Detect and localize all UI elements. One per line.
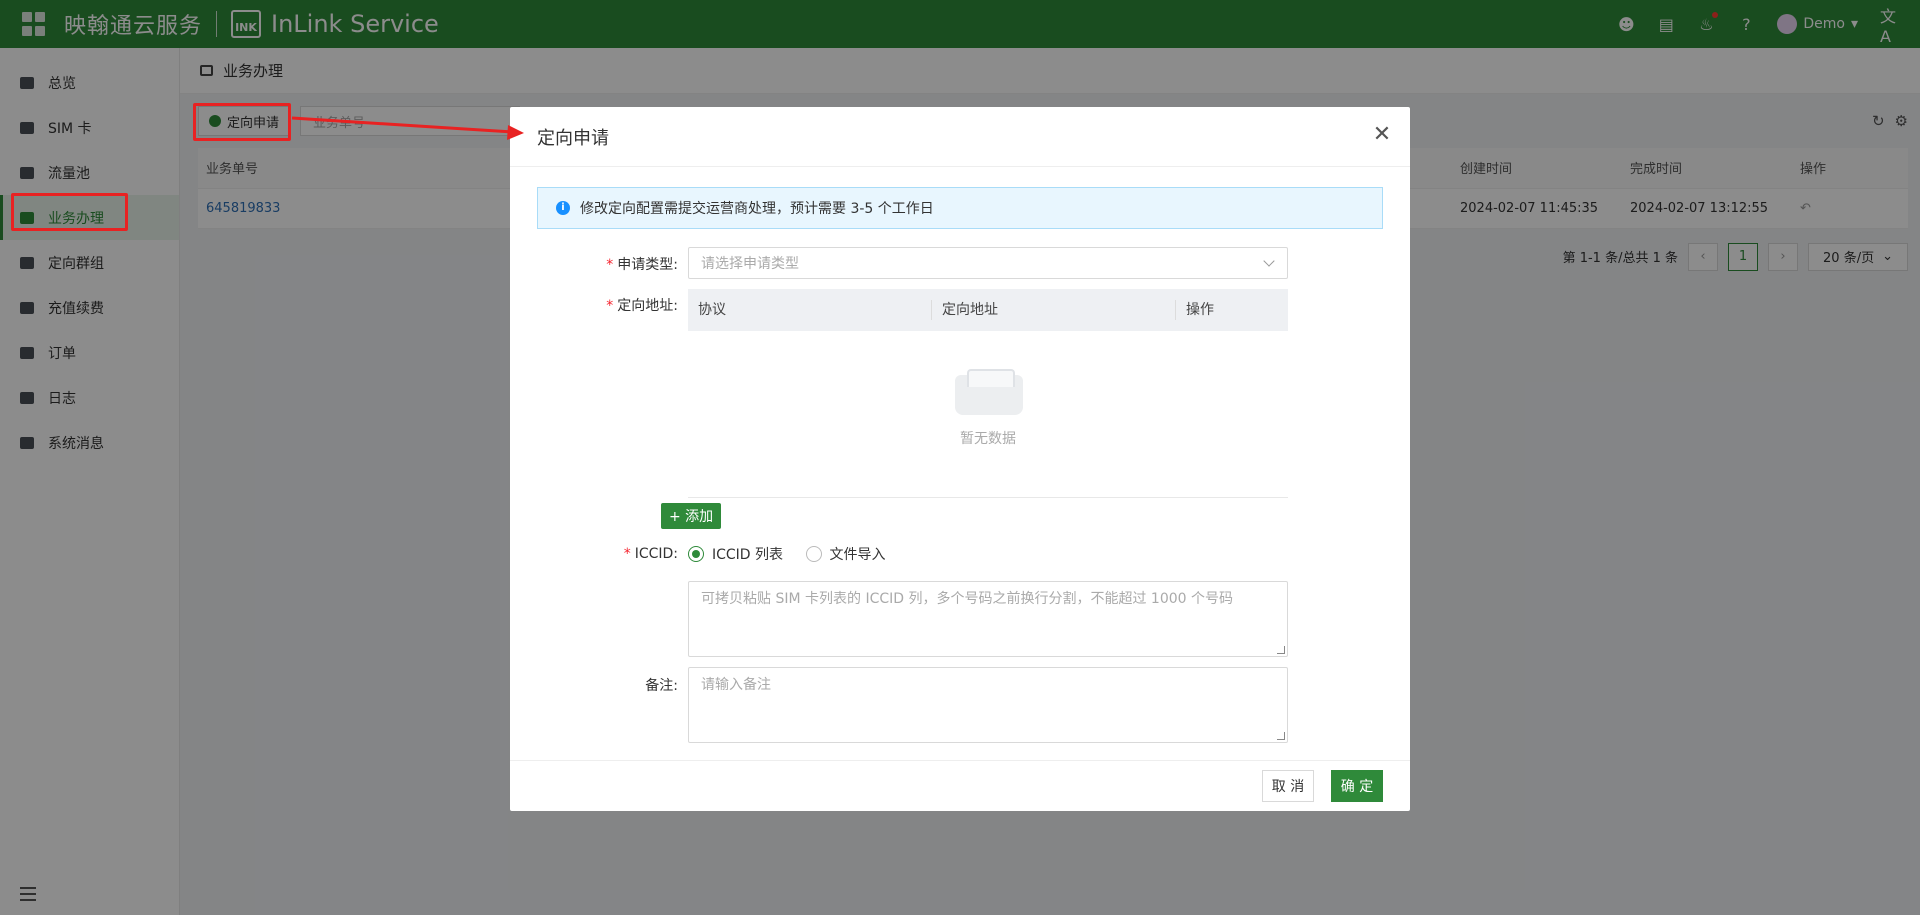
column-header: 定向地址 [932, 300, 1176, 320]
chevron-down-icon [1263, 255, 1275, 267]
resize-handle-icon[interactable] [1277, 646, 1285, 654]
directed-apply-dialog: 定向申请 ✕ i 修改定向配置需提交运营商处理，预计需要 3-5 个工作日 * 申… [510, 107, 1410, 811]
iccid-placeholder: 可拷贝粘贴 SIM 卡列表的 ICCID 列，多个号码之前换行分割，不能超过 1… [701, 591, 1234, 607]
highlight-sidebar-business [11, 193, 128, 231]
info-alert: i 修改定向配置需提交运营商处理，预计需要 3-5 个工作日 [537, 187, 1383, 229]
cancel-button[interactable]: 取 消 [1262, 770, 1314, 802]
file-import-radio[interactable]: 文件导入 [805, 544, 886, 564]
remark-row: 备注: 请输入备注 [537, 667, 1383, 743]
apply-type-row: * 申请类型: 请选择申请类型 [537, 247, 1383, 279]
dialog-footer: 取 消 确 定 [510, 760, 1410, 811]
address-table: 协议 定向地址 操作 暂无数据 [688, 289, 1288, 498]
address-row: * 定向地址: 协议 定向地址 操作 暂无数据 [537, 289, 1383, 499]
confirm-button[interactable]: 确 定 [1331, 770, 1383, 802]
column-header: 操作 [1186, 302, 1214, 318]
info-icon: i [556, 201, 570, 215]
resize-handle-icon[interactable] [1277, 732, 1285, 740]
empty-box-icon [955, 369, 1023, 415]
empty-text: 暂无数据 [960, 431, 1016, 447]
highlight-apply-button [193, 103, 291, 141]
apply-type-select[interactable]: 请选择申请类型 [688, 247, 1288, 279]
add-address-button[interactable]: + 添加 [661, 503, 722, 529]
iccid-textarea[interactable]: 可拷贝粘贴 SIM 卡列表的 ICCID 列，多个号码之前换行分割，不能超过 1… [688, 581, 1288, 657]
column-header: 协议 [688, 300, 932, 320]
iccid-radio-group: ICCID 列表 文件导入 [688, 544, 1288, 566]
remark-textarea[interactable]: 请输入备注 [688, 667, 1288, 743]
radio-dot [805, 546, 822, 562]
alert-text: 修改定向配置需提交运营商处理，预计需要 3-5 个工作日 [580, 201, 934, 217]
apply-type-placeholder: 请选择申请类型 [701, 256, 799, 272]
iccid-textarea-row: 可拷贝粘贴 SIM 卡列表的 ICCID 列，多个号码之前换行分割，不能超过 1… [537, 581, 1383, 657]
iccid-list-radio[interactable]: ICCID 列表 [688, 544, 783, 564]
close-icon[interactable]: ✕ [1372, 124, 1392, 146]
iccid-label: * ICCID: [623, 546, 678, 562]
address-label: * 定向地址: [606, 298, 678, 314]
radio-dot [688, 546, 704, 562]
dialog-title: 定向申请 [510, 107, 1410, 167]
remark-label: 备注: [645, 678, 678, 694]
address-table-header: 协议 定向地址 操作 [688, 289, 1288, 331]
remark-placeholder: 请输入备注 [701, 677, 771, 693]
apply-type-label: * 申请类型: [606, 257, 678, 273]
iccid-row: * ICCID: ICCID 列表 文件导入 [537, 544, 1383, 568]
empty-state: 暂无数据 [688, 331, 1288, 498]
